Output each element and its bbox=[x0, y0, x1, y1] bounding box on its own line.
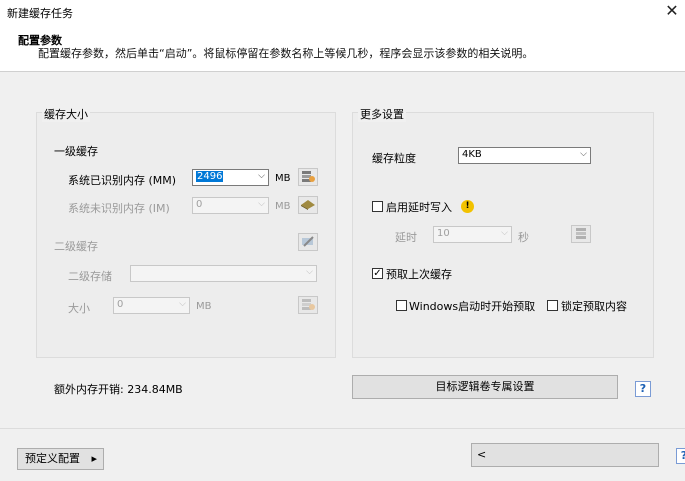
secondary-storage-select[interactable]: ⌵ bbox=[130, 265, 317, 282]
size-select[interactable]: 0 ⌵ bbox=[113, 297, 190, 314]
granularity-select[interactable]: 4KB ⌵ bbox=[458, 147, 591, 164]
chevron-down-icon: ⌵ bbox=[501, 228, 508, 238]
delay-value: 10 bbox=[437, 228, 450, 239]
level2-cache-label: 二级缓存 bbox=[54, 240, 98, 253]
granularity-label: 缓存粒度 bbox=[372, 152, 416, 165]
chevron-down-icon: ⌵ bbox=[306, 267, 313, 277]
close-icon[interactable]: ✕ bbox=[659, 0, 685, 22]
lock-prefetch-label: 锁定预取内容 bbox=[561, 300, 627, 313]
preset-config-label: 预定义配置 bbox=[25, 452, 80, 465]
chevron-down-icon: ⌵ bbox=[258, 199, 265, 209]
recognized-memory-value: 2496 bbox=[196, 171, 224, 182]
recognized-memory-select[interactable]: 2496 ⌵ bbox=[192, 169, 269, 186]
help-icon[interactable]: ? bbox=[635, 381, 651, 397]
title-bar bbox=[0, 0, 685, 24]
size-unit: MB bbox=[196, 301, 212, 312]
memory-chip-icon[interactable] bbox=[298, 168, 318, 186]
memory-chip-icon[interactable] bbox=[571, 225, 591, 243]
help-icon[interactable]: ? bbox=[676, 448, 685, 464]
delayed-write-checkbox[interactable] bbox=[372, 201, 383, 212]
unrecognized-memory-unit: MB bbox=[275, 201, 291, 212]
prefetch-last-label: 预取上次缓存 bbox=[386, 268, 452, 281]
granularity-value: 4KB bbox=[462, 149, 482, 160]
prefetch-on-start-checkbox[interactable] bbox=[396, 300, 407, 311]
secondary-storage-label: 二级存储 bbox=[68, 270, 112, 283]
level1-cache-label: 一级缓存 bbox=[54, 145, 98, 158]
cache-size-label: 缓存大小 bbox=[42, 106, 90, 122]
caret-right-icon: ▸ bbox=[91, 452, 97, 465]
page-description: 配置缓存参数，然后单击“启动”。将鼠标停留在参数名称上等候几秒，程序会显示该参数… bbox=[38, 47, 534, 60]
chevron-down-icon: ⌵ bbox=[179, 299, 186, 309]
unrecognized-memory-label: 系统未识别内存 (IM) bbox=[68, 202, 170, 215]
back-button[interactable]: < bbox=[471, 443, 659, 467]
more-settings-label: 更多设置 bbox=[358, 106, 406, 122]
unrecognized-memory-select[interactable]: 0 ⌵ bbox=[192, 197, 269, 214]
delay-unit: 秒 bbox=[518, 231, 529, 244]
size-value: 0 bbox=[117, 299, 124, 310]
preset-config-button[interactable]: 预定义配置 ▸ bbox=[17, 448, 104, 470]
prefetch-on-start-label: Windows启动时开始预取 bbox=[409, 300, 536, 313]
disk-icon[interactable] bbox=[298, 196, 318, 214]
chevron-down-icon: ⌵ bbox=[580, 149, 587, 159]
recognized-memory-label: 系统已识别内存 (MM) bbox=[68, 174, 177, 187]
lock-prefetch-checkbox[interactable] bbox=[547, 300, 558, 311]
memory-chip-icon[interactable] bbox=[298, 296, 318, 314]
window-title: 新建缓存任务 bbox=[7, 7, 73, 20]
size-label: 大小 bbox=[68, 302, 90, 315]
settings-wrench-icon[interactable] bbox=[298, 233, 318, 251]
target-volume-settings-button[interactable]: 目标逻辑卷专属设置 bbox=[352, 375, 618, 399]
chevron-down-icon: ⌵ bbox=[258, 171, 265, 181]
extra-memory-text: 额外内存开销: 234.84MB bbox=[54, 383, 183, 396]
delay-select[interactable]: 10 ⌵ bbox=[433, 226, 512, 243]
warning-icon: ! bbox=[461, 200, 474, 213]
unrecognized-memory-value: 0 bbox=[196, 199, 203, 210]
recognized-memory-unit: MB bbox=[275, 173, 291, 184]
delayed-write-label: 启用延时写入 bbox=[386, 201, 452, 214]
prefetch-last-checkbox[interactable]: ✓ bbox=[372, 268, 383, 279]
delay-label: 延时 bbox=[395, 231, 417, 244]
check-icon: ✓ bbox=[373, 268, 382, 279]
